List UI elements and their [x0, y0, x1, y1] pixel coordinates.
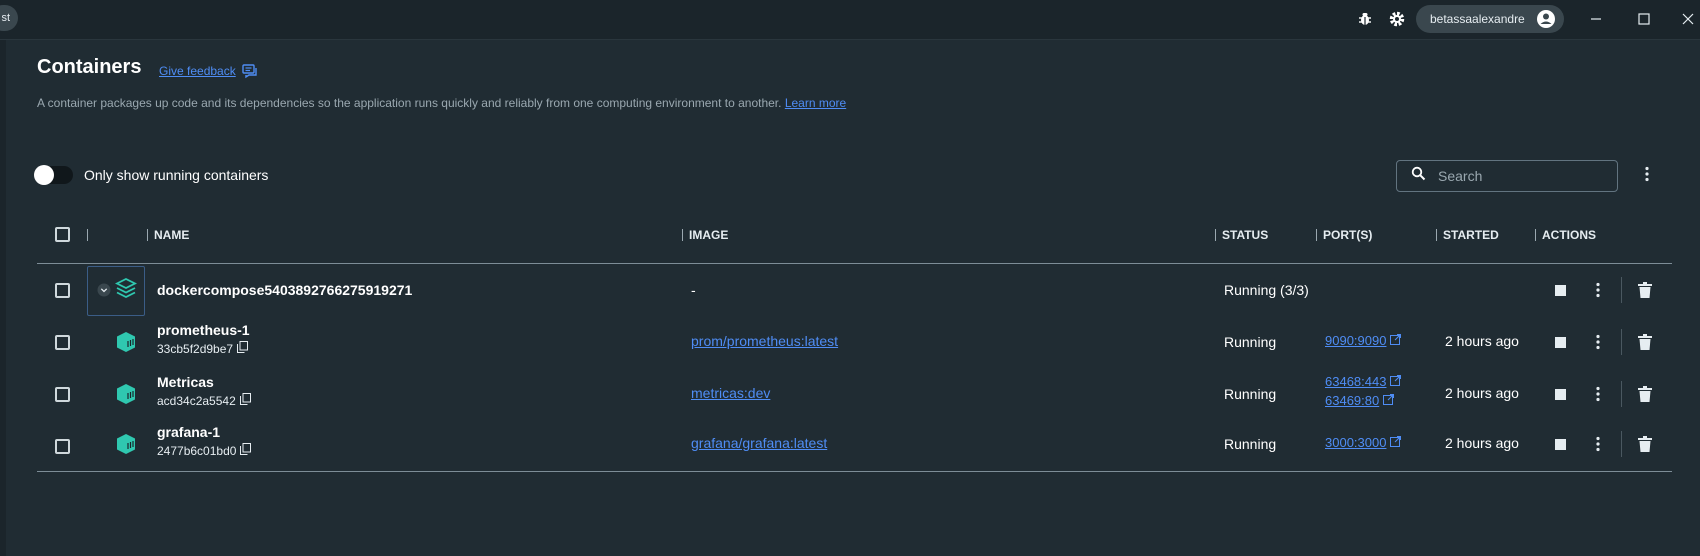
port-link[interactable]: 63468:443 [1325, 374, 1402, 389]
stop-icon[interactable] [1550, 332, 1570, 352]
table-header: NAME IMAGE STATUS PORT(S) STARTED ACTION… [37, 218, 1672, 264]
copy-icon[interactable] [237, 341, 249, 356]
action-separator [1621, 329, 1622, 355]
port-text[interactable]: 63469:80 [1325, 393, 1379, 408]
header-actions: ACTIONS [1535, 229, 1596, 241]
header-image[interactable]: IMAGE [682, 229, 728, 241]
port-link[interactable]: 3000:3000 [1325, 435, 1402, 450]
stop-icon[interactable] [1550, 434, 1570, 454]
group-name[interactable]: dockercompose5403892766275919271 [157, 282, 412, 298]
table-row[interactable]: prometheus-1 33cb5f2d9be7 prom/prometheu… [37, 316, 1672, 368]
row-checkbox[interactable] [55, 283, 70, 298]
trash-icon[interactable] [1635, 434, 1655, 454]
maximize-button[interactable] [1632, 8, 1656, 30]
port-link[interactable]: 9090:9090 [1325, 333, 1402, 348]
external-link-icon [1390, 435, 1402, 450]
container-status: Running [1224, 386, 1277, 402]
copy-icon[interactable] [239, 393, 251, 408]
started-time: 2 hours ago [1445, 333, 1519, 349]
sidebar-edge [0, 40, 6, 556]
started-time: 2 hours ago [1445, 385, 1519, 401]
stop-icon[interactable] [1550, 280, 1570, 300]
container-id: acd34c2a5542 [157, 393, 251, 408]
bug-icon[interactable] [1355, 9, 1375, 29]
kebab-icon[interactable] [1588, 434, 1608, 454]
container-status: Running [1224, 334, 1277, 350]
more-options-icon[interactable] [1645, 166, 1649, 187]
toggle-knob [34, 165, 54, 185]
action-separator [1621, 381, 1622, 407]
container-status: Running [1224, 436, 1277, 452]
containers-table: NAME IMAGE STATUS PORT(S) STARTED ACTION… [37, 218, 1672, 472]
container-name[interactable]: Metricas [157, 374, 214, 390]
user-account-button[interactable]: betassaalexandre [1416, 5, 1564, 33]
container-name[interactable]: grafana-1 [157, 424, 220, 440]
close-window-button[interactable] [1676, 8, 1700, 30]
header-divider [87, 229, 94, 241]
port-link[interactable]: 63469:80 [1325, 393, 1395, 408]
container-id-text: acd34c2a5542 [157, 393, 236, 408]
action-separator [1621, 277, 1622, 303]
row-checkbox[interactable] [55, 387, 70, 402]
external-link-icon [1383, 393, 1395, 408]
table-row[interactable]: grafana-1 2477b6c01bd0 grafana/grafana:l… [37, 420, 1672, 472]
started-time: 2 hours ago [1445, 435, 1519, 451]
port-text[interactable]: 3000:3000 [1325, 435, 1386, 450]
image-link[interactable]: prom/prometheus:latest [691, 333, 838, 349]
header-status[interactable]: STATUS [1215, 229, 1268, 241]
copy-icon[interactable] [240, 443, 252, 458]
container-icon [115, 331, 137, 358]
chevron-down-icon[interactable] [97, 283, 111, 302]
external-link-icon [1390, 333, 1402, 348]
row-checkbox[interactable] [55, 335, 70, 350]
container-name[interactable]: prometheus-1 [157, 322, 250, 338]
container-id: 33cb5f2d9be7 [157, 341, 249, 356]
left-tab-fragment[interactable]: st [0, 5, 18, 31]
table-row[interactable]: Metricas acd34c2a5542 metricas:dev Runni… [37, 368, 1672, 420]
title-bar: st betassaalexandre [0, 0, 1700, 40]
compose-group-row[interactable]: dockercompose5403892766275919271 - Runni… [37, 264, 1672, 316]
row-checkbox[interactable] [55, 439, 70, 454]
page-title: Containers [37, 56, 142, 78]
trash-icon[interactable] [1635, 332, 1655, 352]
image-link[interactable]: grafana/grafana:latest [691, 435, 827, 451]
gear-icon[interactable] [1387, 9, 1407, 29]
container-icon [115, 383, 137, 410]
header-started[interactable]: STARTED [1436, 229, 1499, 241]
header-ports[interactable]: PORT(S) [1316, 229, 1372, 241]
port-text[interactable]: 9090:9090 [1325, 333, 1386, 348]
search-icon [1411, 166, 1426, 186]
kebab-icon[interactable] [1588, 332, 1608, 352]
select-all-checkbox[interactable] [55, 227, 70, 242]
container-icon [115, 433, 137, 460]
search-box[interactable] [1396, 160, 1618, 192]
minimize-button[interactable] [1584, 8, 1608, 30]
header-name[interactable]: NAME [147, 229, 189, 241]
stop-icon[interactable] [1550, 384, 1570, 404]
subtitle-text: A container packages up code and its dep… [37, 96, 782, 110]
stack-icon [114, 277, 138, 304]
container-id-text: 2477b6c01bd0 [157, 443, 237, 458]
running-only-label: Only show running containers [84, 167, 269, 183]
running-only-toggle[interactable] [34, 165, 73, 185]
give-feedback-link[interactable]: Give feedback [159, 64, 236, 78]
external-link-icon [1390, 374, 1402, 389]
username-label: betassaalexandre [1430, 12, 1525, 26]
feedback-icon[interactable] [242, 63, 258, 84]
trash-icon[interactable] [1635, 280, 1655, 300]
account-circle-icon [1536, 9, 1556, 32]
learn-more-link[interactable]: Learn more [785, 96, 846, 110]
kebab-icon[interactable] [1588, 384, 1608, 404]
port-text[interactable]: 63468:443 [1325, 374, 1386, 389]
action-separator [1621, 431, 1622, 457]
page-subtitle: A container packages up code and its dep… [37, 96, 846, 110]
kebab-icon[interactable] [1588, 280, 1608, 300]
container-id: 2477b6c01bd0 [157, 443, 252, 458]
image-link[interactable]: metricas:dev [691, 385, 770, 401]
container-id-text: 33cb5f2d9be7 [157, 341, 234, 356]
trash-icon[interactable] [1635, 384, 1655, 404]
group-image: - [691, 282, 696, 298]
search-input[interactable] [1438, 168, 1608, 184]
group-status: Running (3/3) [1224, 282, 1309, 298]
